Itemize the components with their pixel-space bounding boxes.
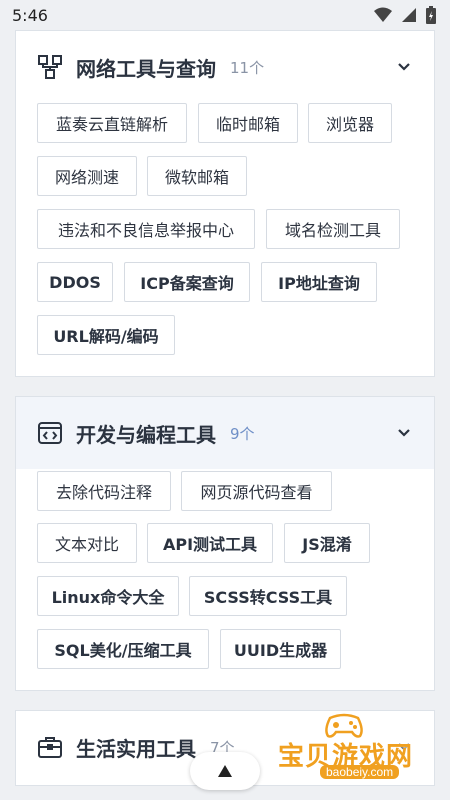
watermark-url: baobeiy.com [320, 765, 400, 779]
signal-icon [402, 8, 416, 22]
tool-chip[interactable]: 蓝奏云直链解析 [37, 103, 187, 143]
chevron-down-icon[interactable] [394, 423, 414, 443]
section-count: 9个 [230, 424, 255, 443]
section-title: 网络工具与查询 [76, 56, 216, 81]
section-network-tools: 网络工具与查询 11个 蓝奏云直链解析 临时邮箱 浏览器 网络测速 微软邮箱 违… [15, 30, 435, 377]
tool-chip[interactable]: SCSS转CSS工具 [189, 576, 347, 616]
tool-chip[interactable]: 网络测速 [37, 156, 137, 196]
tool-chip[interactable]: 微软邮箱 [147, 156, 247, 196]
status-time: 5:46 [12, 5, 48, 25]
tool-chip[interactable]: URL解码/编码 [37, 315, 175, 355]
wifi-icon [374, 7, 392, 22]
watermark-logo: 宝贝游戏网 baobeiy.com [270, 708, 445, 788]
briefcase-icon [36, 733, 64, 761]
tool-chip[interactable]: SQL美化/压缩工具 [37, 629, 209, 669]
tool-chip[interactable]: 浏览器 [308, 103, 392, 143]
status-bar: 5:46 [0, 0, 450, 30]
code-window-icon [36, 419, 64, 447]
tool-chip[interactable]: 网页源代码查看 [181, 471, 332, 511]
network-icon [36, 53, 64, 81]
status-icons [374, 6, 436, 24]
section-header-network[interactable]: 网络工具与查询 11个 [16, 31, 434, 103]
tool-chip[interactable]: ICP备案查询 [124, 262, 250, 302]
tool-chip[interactable]: API测试工具 [147, 523, 273, 563]
tool-chip[interactable]: IP地址查询 [261, 262, 377, 302]
tool-chip[interactable]: DDOS [37, 262, 113, 302]
tool-chip[interactable]: 临时邮箱 [198, 103, 298, 143]
tool-chip[interactable]: 域名检测工具 [266, 209, 400, 249]
section-header-dev[interactable]: 开发与编程工具 9个 [16, 397, 434, 469]
battery-icon [426, 6, 436, 24]
tool-chip[interactable]: JS混淆 [284, 523, 370, 563]
tool-chip[interactable]: 去除代码注释 [37, 471, 171, 511]
tool-chip[interactable]: UUID生成器 [220, 629, 341, 669]
section-count: 11个 [230, 58, 265, 77]
triangle-up-icon [218, 765, 232, 777]
section-dev-tools: 开发与编程工具 9个 去除代码注释 网页源代码查看 文本对比 API测试工具 J… [15, 396, 435, 691]
section-title: 开发与编程工具 [76, 422, 216, 447]
tool-chip[interactable]: Linux命令大全 [37, 576, 179, 616]
tool-chip[interactable]: 文本对比 [37, 523, 137, 563]
section-title: 生活实用工具 [76, 736, 196, 761]
chevron-down-icon[interactable] [394, 57, 414, 77]
scroll-top-button[interactable] [190, 752, 260, 790]
tool-chip[interactable]: 违法和不良信息举报中心 [37, 209, 255, 249]
